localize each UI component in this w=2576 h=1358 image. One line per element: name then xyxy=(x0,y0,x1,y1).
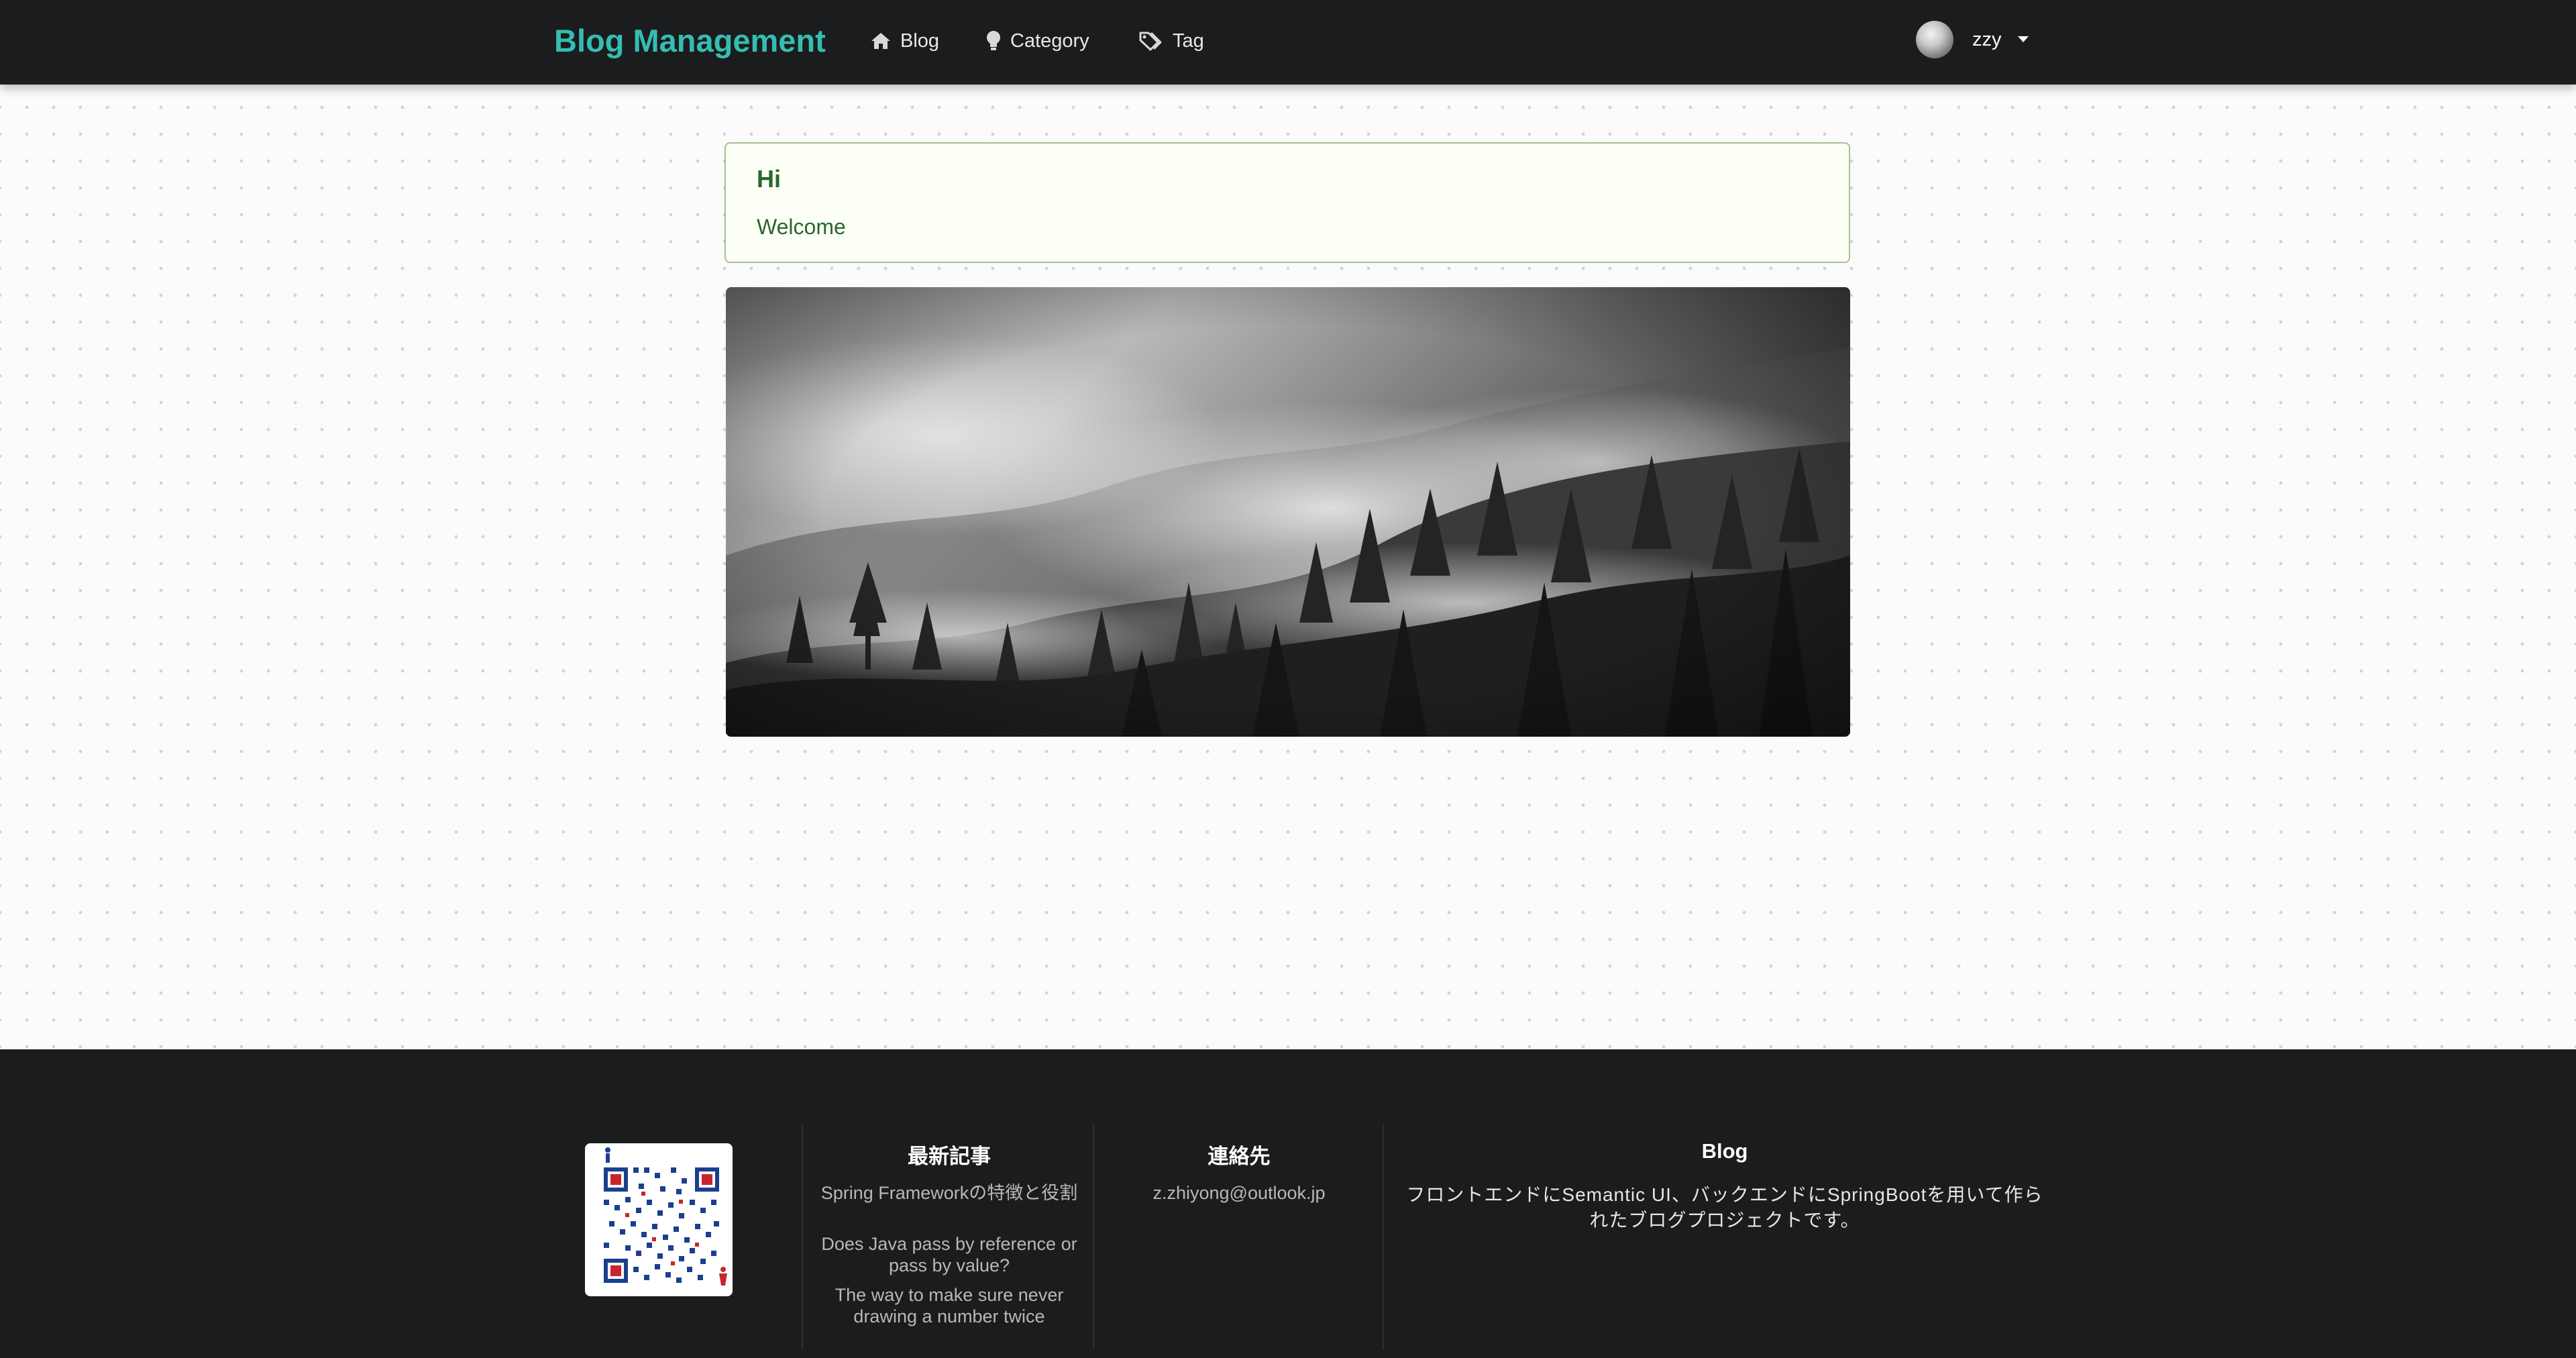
contact-title: 連絡先 xyxy=(1208,1145,1271,1168)
hero-image xyxy=(726,287,1850,737)
home-icon xyxy=(871,32,891,50)
nav-item-category-label: Category xyxy=(1010,30,1089,52)
qr-code-image xyxy=(585,1143,733,1296)
contact-email[interactable]: z.zhiyong@outlook.jp xyxy=(1099,1182,1379,1204)
foggy-forest-image xyxy=(726,287,1850,737)
footer: 最新記事 Spring Frameworkの特徴と役割 Does Java pa… xyxy=(0,1049,2576,1358)
about-blog-text: フロントエンドにSemantic UI、バックエンドにSpringBootを用い… xyxy=(1406,1184,2043,1231)
user-menu[interactable]: zzy xyxy=(1916,19,2029,60)
brand-logo[interactable]: Blog Management xyxy=(554,16,826,66)
welcome-message: Hi Welcome xyxy=(724,142,1850,263)
user-name: zzy xyxy=(1972,28,2002,50)
latest-articles-title: 最新記事 xyxy=(908,1145,991,1168)
tags-icon xyxy=(1139,31,1163,51)
message-header: Hi xyxy=(757,165,781,193)
nav-item-tag-label: Tag xyxy=(1173,30,1204,52)
footer-divider xyxy=(1093,1125,1094,1350)
about-blog-title: Blog xyxy=(1701,1139,1748,1163)
article-link[interactable]: Does Java pass by reference or pass by v… xyxy=(815,1233,1083,1276)
footer-divider xyxy=(802,1125,803,1350)
message-text: Welcome xyxy=(757,215,846,239)
footer-divider xyxy=(1383,1125,1384,1350)
nav-item-tag[interactable]: Tag xyxy=(1139,20,1204,62)
nav-item-category[interactable]: Category xyxy=(986,20,1089,62)
lightbulb-icon xyxy=(986,30,1001,52)
nav-item-blog[interactable]: Blog xyxy=(871,20,939,62)
nav-item-blog-label: Blog xyxy=(900,30,940,52)
chevron-down-icon[interactable] xyxy=(2017,36,2029,43)
top-navbar: Blog Management Blog Category Tag zzy xyxy=(0,0,2576,85)
avatar[interactable] xyxy=(1916,21,1953,58)
article-link[interactable]: Spring Frameworkの特徴と役割 xyxy=(815,1182,1083,1204)
article-link[interactable]: The way to make sure never drawing a num… xyxy=(815,1284,1083,1327)
